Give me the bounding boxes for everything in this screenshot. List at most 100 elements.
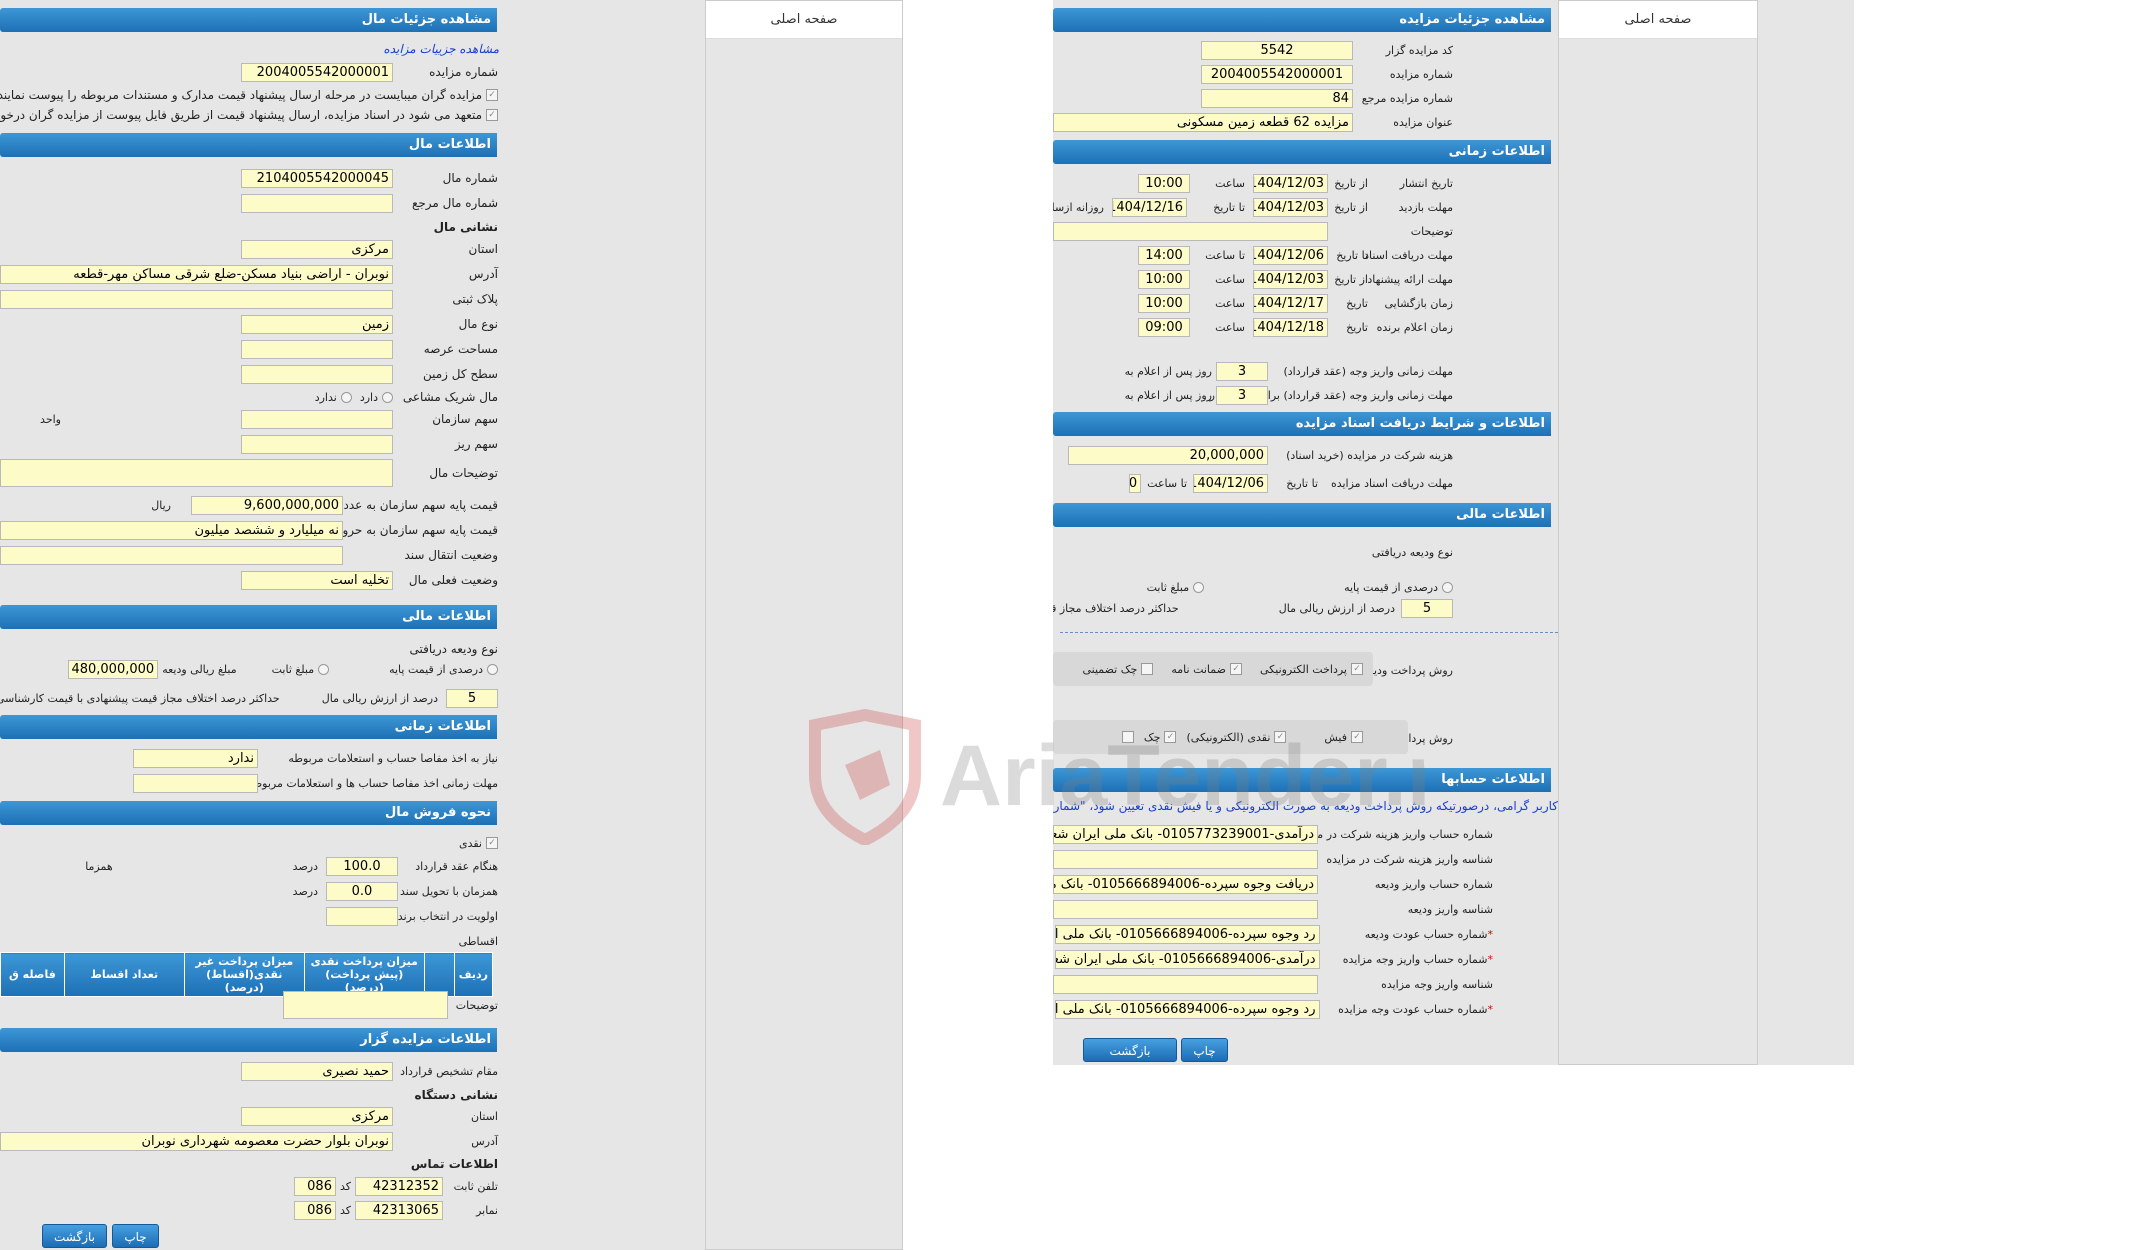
label: سهم ریز xyxy=(454,437,498,451)
row-d-address: آدرس نوبران بلوار حضرت معصومه شهرداری نوب… xyxy=(0,1130,498,1152)
label: حداکثر درصد اختلاف مجاز قیمت پیشنهادی ب xyxy=(1053,601,1179,615)
label: سطح کل زمین xyxy=(422,367,498,381)
checkbox-icon[interactable]: ✓ xyxy=(1230,663,1242,675)
label: مهلت دریافت اسناد مزایده xyxy=(1330,476,1453,490)
label: کد xyxy=(339,1203,351,1217)
fee-field: 20,000,000 xyxy=(1068,445,1268,465)
home-link[interactable]: صفحه اصلی xyxy=(1559,1,1757,39)
checkbox-icon[interactable]: ✓ xyxy=(486,837,498,849)
base-words-field: نه میلیارد و ششصد میلیون xyxy=(0,520,343,540)
row-small-share: سهم ریز xyxy=(241,433,498,455)
radio-icon[interactable] xyxy=(1442,581,1453,593)
header-time: اطلاعات زمانی xyxy=(0,715,497,739)
prop-ref-field xyxy=(241,193,393,213)
label: وضعیت انتقال سند xyxy=(404,548,498,562)
label: نوع ودیعه دریافتی xyxy=(1371,545,1453,559)
acc3-field: دریافت وجوه سپرده-0105666894006- بانک مل… xyxy=(1053,874,1318,894)
label: کد xyxy=(339,1179,351,1193)
checkbox-icon[interactable]: ✓ xyxy=(486,89,498,101)
label: مبلغ ثابت xyxy=(271,662,315,676)
title-field: مزایده 62 قطعه زمین مسکونی xyxy=(1053,112,1353,132)
print-button[interactable]: چاپ xyxy=(1181,1038,1228,1062)
phone-code-field: 086 xyxy=(293,1176,336,1196)
label: استان xyxy=(468,242,498,256)
label: شماره مزایده مرجع xyxy=(1361,91,1453,105)
label: تا تاریخ xyxy=(1336,248,1368,262)
row-winner: زمان اعلام برنده تاریخ 1404/12/18 ساعت 09:00 xyxy=(1138,316,1453,338)
radio-icon[interactable] xyxy=(1193,581,1205,593)
row-deposit-opts: درصدی از قیمت پایه مبلغ ثابت xyxy=(1147,576,1453,598)
area-field xyxy=(241,339,393,359)
row-pay2: مهلت زمانی واریز وجه (عقد قرارداد) برای … xyxy=(1125,384,1453,406)
row-ref: شماره مزایده مرجع 84 xyxy=(1201,87,1453,109)
label: عنوان مزایده xyxy=(1393,115,1453,129)
land-field xyxy=(241,364,393,384)
row-status: وضعیت فعلی مال تخلیه است xyxy=(241,569,498,591)
label: مبلغ ریالی ودیعه xyxy=(162,662,237,676)
row-acc7: شناسه واریز وجه مزایده xyxy=(1053,973,1493,995)
row-chk1: ✓ مزایده گران میبایست در مرحله ارسال پیشن… xyxy=(0,84,498,106)
row-plate: پلاک ثبتی xyxy=(0,288,498,310)
label: نقدی xyxy=(458,836,482,850)
row-doc: وضعیت انتقال سند xyxy=(0,544,498,566)
row-open: زمان بازگشایی تاریخ 1404/12/17 ساعت 10:00 xyxy=(1138,292,1453,314)
label: از تاریخ xyxy=(1334,272,1368,286)
row-visit: مهلت بازدید از تاریخ 1404/12/03 تا تاریخ 140… xyxy=(1053,196,1453,218)
desc-field xyxy=(0,459,393,487)
print-button[interactable]: چاپ xyxy=(112,1224,159,1248)
row-auction-no: شماره مزایده 2004005542000001 xyxy=(241,61,498,83)
label: همزما xyxy=(85,859,113,873)
row-address: آدرس نوبران - اراضی بنیاد مسکن-ضلع شرقی م… xyxy=(0,263,498,285)
label: مهلت ارائه پیشنهاد xyxy=(1367,272,1453,286)
row-installment: اقساطی xyxy=(459,930,498,952)
percent-field: 5 xyxy=(1401,598,1453,618)
link-auction-details[interactable]: مشاهده جزییات مزایده xyxy=(383,42,499,56)
label: چک تضمینی xyxy=(1082,662,1138,676)
label: زمان بازگشایی xyxy=(1384,296,1454,310)
label: ساعت xyxy=(1215,320,1245,334)
row-type: نوع مال زمین xyxy=(241,313,498,335)
docs-to-field: 1404/12/06 xyxy=(1253,245,1328,265)
winner-time-field: 09:00 xyxy=(1138,317,1190,337)
label: مهلت بازدید xyxy=(1398,200,1453,214)
radio-icon[interactable] xyxy=(487,663,498,675)
label: کد مزایده گزار xyxy=(1385,43,1453,57)
label: از تاریخ xyxy=(1334,200,1368,214)
row-prop-no: شماره مال 2104005542000045 xyxy=(241,167,498,189)
home-link[interactable]: صفحه اصلی xyxy=(706,1,902,39)
row-acc6: * شماره حساب واریز وجه مزایده درآمدی-01056… xyxy=(1054,948,1493,970)
col-count: تعداد اقساط xyxy=(63,952,185,997)
checkbox-icon[interactable] xyxy=(1141,663,1154,675)
radio-icon[interactable] xyxy=(382,391,393,403)
label: شناسه واریز وجه مزایده xyxy=(1381,977,1493,991)
label: تا ساعت xyxy=(1147,476,1187,490)
checkbox-icon[interactable]: ✓ xyxy=(1351,663,1363,675)
row-base-price: قیمت پایه سهم سازمان به عدد 9,600,000,000… xyxy=(151,494,498,516)
header-docs: اطلاعات و شرایط دریافت اسناد مزایده xyxy=(1053,412,1551,436)
right-sidebar: صفحه اصلی xyxy=(1558,0,1758,1065)
label: شماره حساب واریز ودیعه xyxy=(1374,877,1493,891)
label: اولویت در انتخاب برنده xyxy=(392,909,498,923)
label: مهلت زمانی واریز وجه (عقد قرارداد) برای … xyxy=(1209,388,1453,402)
label: پلاک ثبتی xyxy=(452,292,498,306)
radio-icon[interactable] xyxy=(318,663,330,675)
label: وضعیت فعلی مال xyxy=(408,573,498,587)
label: حداکثر درصد اختلاف مجاز قیمت پیشنهادی با… xyxy=(0,691,280,705)
acc8-field: رد وجوه سپرده-0105666894006- بانک ملی ای… xyxy=(1054,999,1320,1019)
label: درصد xyxy=(292,884,318,898)
sub-contact: اطلاعات تماس xyxy=(410,1157,498,1171)
label: استان xyxy=(470,1109,498,1123)
left-panel: مشاهده جزئیات مال مشاهده جزییات مزایده ش… xyxy=(0,0,705,1250)
contract-field: 100.0 xyxy=(326,856,398,876)
row-fax: نمابر 42313065 کد 086 xyxy=(293,1199,498,1221)
row-title: عنوان مزایده مزایده 62 قطعه زمین مسکونی xyxy=(1053,111,1453,133)
label: درصدی از قیمت پایه xyxy=(1344,580,1438,594)
label: ندارد xyxy=(314,390,337,404)
back-button[interactable]: بازگشت xyxy=(1083,1038,1177,1062)
radio-icon[interactable] xyxy=(340,391,352,403)
row-publish: تاریخ انتشار از تاریخ 1404/12/03 ساعت 10:00 xyxy=(1138,172,1453,194)
label: مهلت زمانی اخذ مفاصا حساب ها و استعلامات… xyxy=(247,776,499,790)
checkbox-icon[interactable]: ✓ xyxy=(486,109,498,121)
back-button[interactable]: بازگشت xyxy=(42,1224,107,1248)
province-field: مرکزی xyxy=(241,239,393,259)
